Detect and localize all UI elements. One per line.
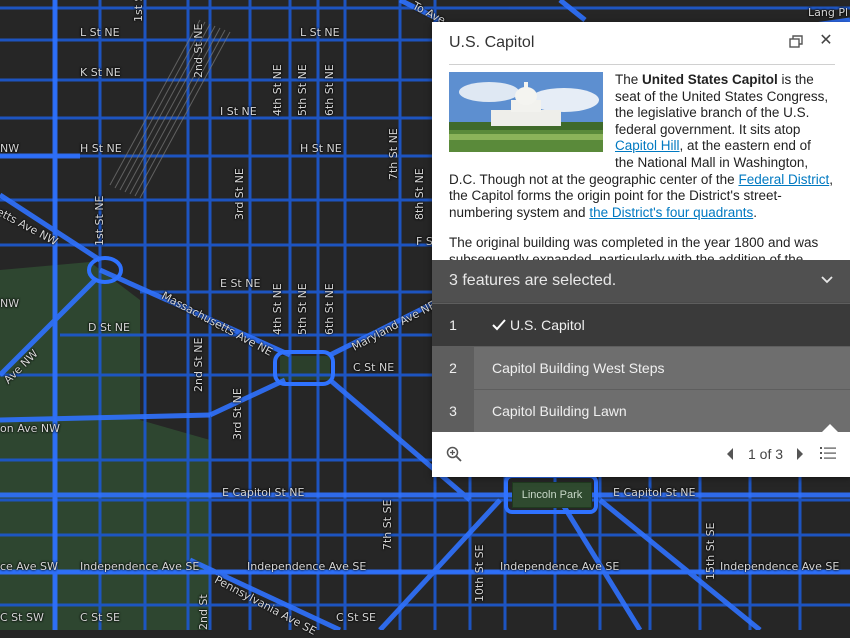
close-icon[interactable]: ✕ [818, 33, 834, 49]
previous-icon[interactable] [725, 448, 735, 460]
road-label: 4th St NE [271, 283, 284, 335]
capitol-photo [449, 72, 603, 152]
road-label: 5th St NE [296, 64, 309, 116]
dock-icon[interactable] [788, 34, 804, 50]
road-label: C St SE [80, 611, 120, 624]
feature-number: 2 [432, 347, 474, 389]
road-label: L St NE [80, 26, 120, 39]
road-label: 1st St NE [93, 195, 106, 246]
road-label: ce Ave SW [0, 560, 58, 573]
menu-pointer [822, 424, 838, 432]
road-label: E St NE [220, 277, 261, 290]
feature-label: U.S. Capitol [510, 317, 585, 333]
road-label: I St NE [220, 105, 257, 118]
road-label: 10th St SE [473, 544, 486, 602]
popup-content: The United States Capitol is the seat of… [449, 72, 833, 262]
road-label: C St SE [336, 611, 376, 624]
road-label: H St NE [300, 142, 342, 155]
popup-title: U.S. Capitol [449, 34, 535, 51]
checkmark-icon [492, 319, 506, 331]
road-label: 3rd St NE [231, 388, 244, 440]
road-label: 2nd St [197, 594, 210, 630]
road-label: 7th St NE [387, 128, 400, 180]
road-label: 15th St SE [704, 522, 717, 580]
popup-footer: 1 of 3 [432, 424, 850, 477]
feature-menu: 3 features are selected. 1 U.S. Capitol … [432, 260, 850, 432]
feature-number: 3 [432, 390, 474, 432]
popup-header: U.S. Capitol ✕ [432, 22, 850, 65]
road-label: C St SW [0, 611, 44, 624]
road-label: 5th St NE [296, 283, 309, 335]
road-label: D St NE [88, 321, 130, 334]
chevron-down-icon[interactable] [820, 273, 834, 287]
bold-title: United States Capitol [642, 72, 778, 87]
feature-item-3[interactable]: 3 Capitol Building Lawn [432, 389, 850, 432]
feature-label: Capitol Building Lawn [492, 403, 627, 419]
road-label: H St NE [80, 142, 122, 155]
road-label: 2nd St NE [192, 23, 205, 78]
capitol-hill-link[interactable]: Capitol Hill [615, 138, 680, 153]
feature-label: Capitol Building West Steps [492, 360, 665, 376]
road-label: NW [0, 142, 20, 155]
park-label: Lincoln Park [512, 482, 592, 508]
feature-list-icon[interactable] [820, 446, 836, 460]
road-label: 6th St NE [323, 64, 336, 116]
road-label: Independence Ave SE [80, 560, 200, 573]
road-label: E Capitol St NE [613, 486, 696, 499]
pager-text: 1 of 3 [748, 446, 784, 462]
road-label: E Capitol St NE [222, 486, 305, 499]
zoom-to-icon[interactable] [446, 446, 462, 462]
road-label: L St NE [300, 26, 340, 39]
feature-popup: U.S. Capitol ✕ The United States Capitol… [432, 22, 850, 477]
road-label: Independence Ave SE [247, 560, 367, 573]
feature-count-text: 3 features are selected. [449, 272, 617, 289]
history-paragraph: The original building was completed in t… [449, 235, 819, 262]
feature-item-1[interactable]: 1 U.S. Capitol [432, 303, 850, 346]
next-icon[interactable] [795, 448, 805, 460]
road-label: 4th St NE [271, 64, 284, 116]
divider [449, 64, 835, 65]
quadrants-link[interactable]: the District's four quadrants [589, 205, 753, 220]
road-label: 3rd St NE [233, 168, 246, 220]
feature-item-2[interactable]: 2 Capitol Building West Steps [432, 346, 850, 389]
road-label: 8th St NE [413, 168, 426, 220]
text-span: . [753, 204, 757, 220]
road-label: on Ave NW [0, 422, 60, 435]
road-label: C St NE [353, 361, 395, 374]
feature-menu-header[interactable]: 3 features are selected. [432, 260, 850, 302]
road-label: 2nd St NE [192, 337, 205, 392]
road-label: 6th St NE [323, 283, 336, 335]
road-label: K St NE [80, 66, 121, 79]
road-label: Independence Ave SE [500, 560, 620, 573]
road-label: Independence Ave SE [720, 560, 840, 573]
road-label: 1st St [132, 0, 145, 22]
road-label: NW [0, 297, 20, 310]
text-span: The [615, 72, 643, 87]
feature-number: 1 [432, 304, 474, 346]
federal-district-link[interactable]: Federal District [738, 172, 829, 187]
road-label: Lang Pl [808, 6, 849, 19]
road-label: 7th St SE [381, 499, 394, 550]
road-label: F S [416, 235, 433, 248]
